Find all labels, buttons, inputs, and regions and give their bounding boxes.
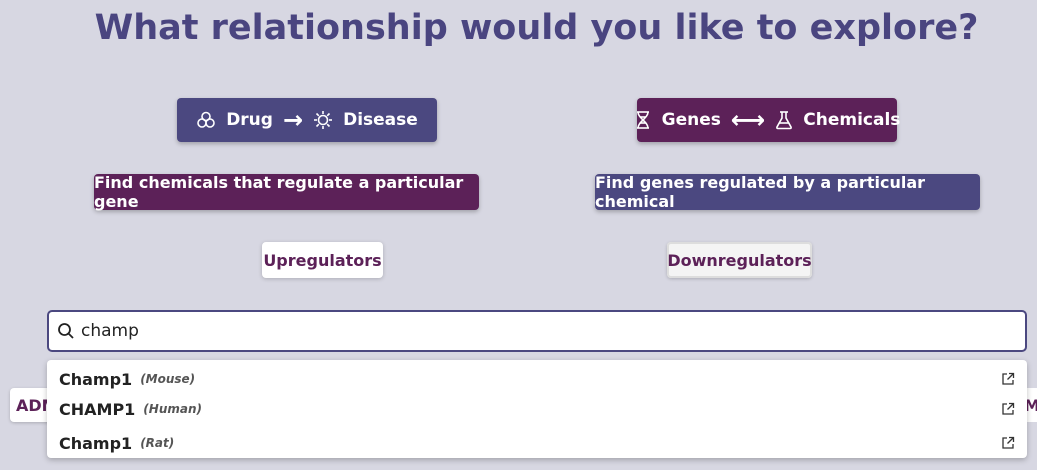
list-item[interactable]: Champ1 (Mouse) bbox=[47, 364, 1027, 394]
arrow-both-icon: ⟷ bbox=[730, 106, 766, 134]
disease-label: Disease bbox=[343, 110, 418, 130]
gene-name: Champ1 bbox=[59, 369, 133, 389]
genes-chemicals-button[interactable]: Genes ⟷ Chemicals bbox=[634, 98, 901, 142]
flask-icon bbox=[775, 110, 793, 130]
pill-icon bbox=[196, 110, 216, 130]
drug-label: Drug bbox=[226, 110, 273, 130]
upregulators-button[interactable]: Upregulators bbox=[262, 242, 383, 278]
page: What relationship would you like to expl… bbox=[0, 0, 1037, 470]
external-link-icon[interactable] bbox=[1001, 372, 1015, 386]
species-label: (Mouse) bbox=[140, 372, 196, 386]
find-genes-button[interactable]: Find genes regulated by a particular che… bbox=[595, 173, 980, 211]
gene-name: CHAMP1 bbox=[59, 399, 136, 419]
external-link-icon[interactable] bbox=[1001, 436, 1015, 450]
dna-icon bbox=[634, 110, 652, 130]
gene-search-box[interactable] bbox=[47, 310, 1027, 352]
find-chemicals-button[interactable]: Find chemicals that regulate a particula… bbox=[94, 173, 479, 211]
genes-label: Genes bbox=[661, 110, 721, 130]
arrow-right-icon: → bbox=[282, 106, 304, 134]
downregulators-button[interactable]: Downregulators bbox=[667, 242, 812, 278]
chemicals-label: Chemicals bbox=[803, 110, 901, 130]
drug-disease-button[interactable]: Drug → Disease bbox=[177, 98, 437, 142]
autocomplete-dropdown: Champ1 (Mouse) CHAMP1 (Human) Champ1 (Ra… bbox=[47, 360, 1027, 458]
external-link-icon[interactable] bbox=[1001, 402, 1015, 416]
list-item[interactable]: Champ1 (Rat) bbox=[47, 428, 1027, 458]
species-label: (Rat) bbox=[140, 436, 175, 450]
virus-icon bbox=[313, 110, 333, 130]
search-input[interactable] bbox=[81, 321, 981, 341]
gene-name: Champ1 bbox=[59, 433, 133, 453]
search-icon bbox=[57, 322, 75, 340]
species-label: (Human) bbox=[143, 402, 202, 416]
page-title: What relationship would you like to expl… bbox=[94, 8, 979, 48]
list-item[interactable]: CHAMP1 (Human) bbox=[47, 394, 1027, 424]
